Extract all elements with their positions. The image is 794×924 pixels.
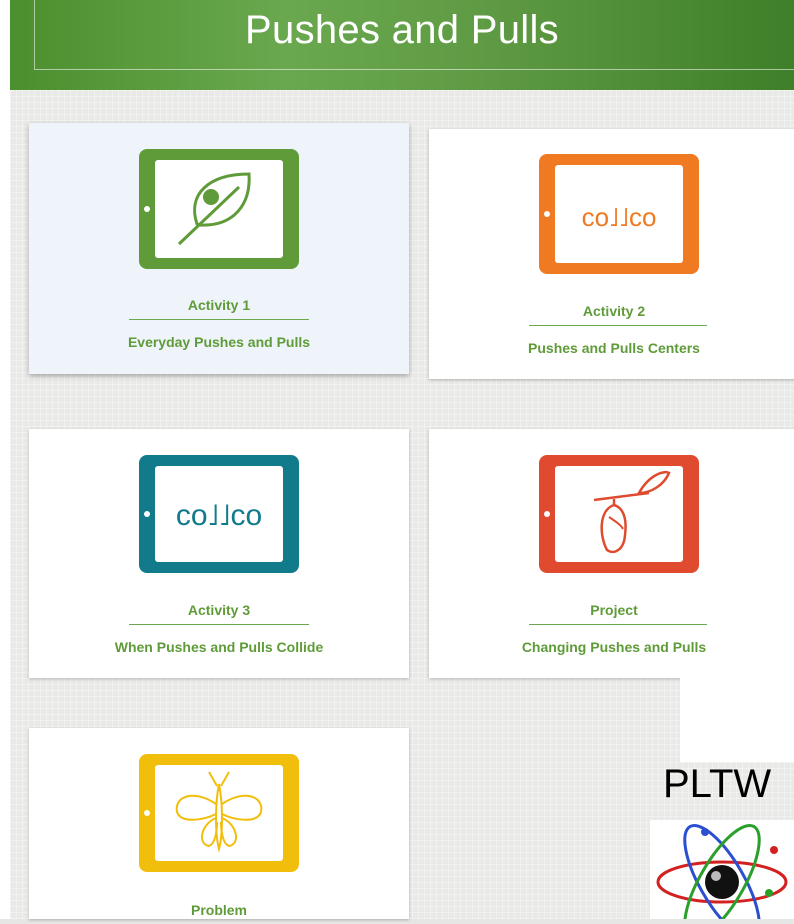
activity-card-1[interactable]: Activity 1 Everyday Pushes and Pulls — [29, 123, 409, 374]
card-heading: Problem — [190, 902, 247, 918]
atom-logo-container — [650, 820, 794, 924]
activity-card-2[interactable]: co˩˩co Activity 2 Pushes and Pulls Cente… — [429, 129, 794, 379]
activity-card-3[interactable]: co˩˩co Activity 3 When Pushes and Pulls … — [29, 429, 409, 678]
butterfly-tablet-icon — [139, 754, 299, 872]
problem-card[interactable]: Problem — [29, 728, 409, 919]
card-subtitle: Changing Pushes and Pulls — [521, 639, 707, 655]
chrysalis-tablet-icon — [539, 455, 699, 573]
caterpillar-tablet-icon: co˩˩co — [539, 154, 699, 274]
project-card[interactable]: Project Changing Pushes and Pulls — [429, 429, 794, 678]
card-divider — [529, 624, 707, 625]
page-title: Pushes and Pulls — [245, 8, 559, 52]
card-heading: Project — [590, 602, 638, 618]
card-subtitle: Pushes and Pulls Centers — [528, 340, 700, 356]
card-subtitle: Everyday Pushes and Pulls — [127, 334, 311, 350]
card-heading: Activity 3 — [187, 602, 251, 618]
pltw-logo-text: PLTW — [663, 762, 772, 806]
card-divider — [129, 624, 309, 625]
header-banner: Pushes and Pulls — [10, 0, 794, 90]
svg-text:co˩˩co: co˩˩co — [582, 202, 657, 232]
atom-icon — [656, 823, 788, 924]
card-heading: Activity 1 — [187, 297, 251, 313]
svg-text:co˩˩co: co˩˩co — [176, 499, 262, 532]
card-subtitle: When Pushes and Pulls Collide — [114, 639, 324, 655]
card-divider — [529, 325, 707, 326]
caterpillar-tablet-icon: co˩˩co — [139, 455, 299, 573]
card-divider — [129, 319, 309, 320]
card-heading: Activity 2 — [582, 303, 646, 319]
left-margin — [0, 0, 10, 919]
leaf-tablet-icon — [139, 149, 299, 269]
overlay-background — [680, 672, 794, 762]
